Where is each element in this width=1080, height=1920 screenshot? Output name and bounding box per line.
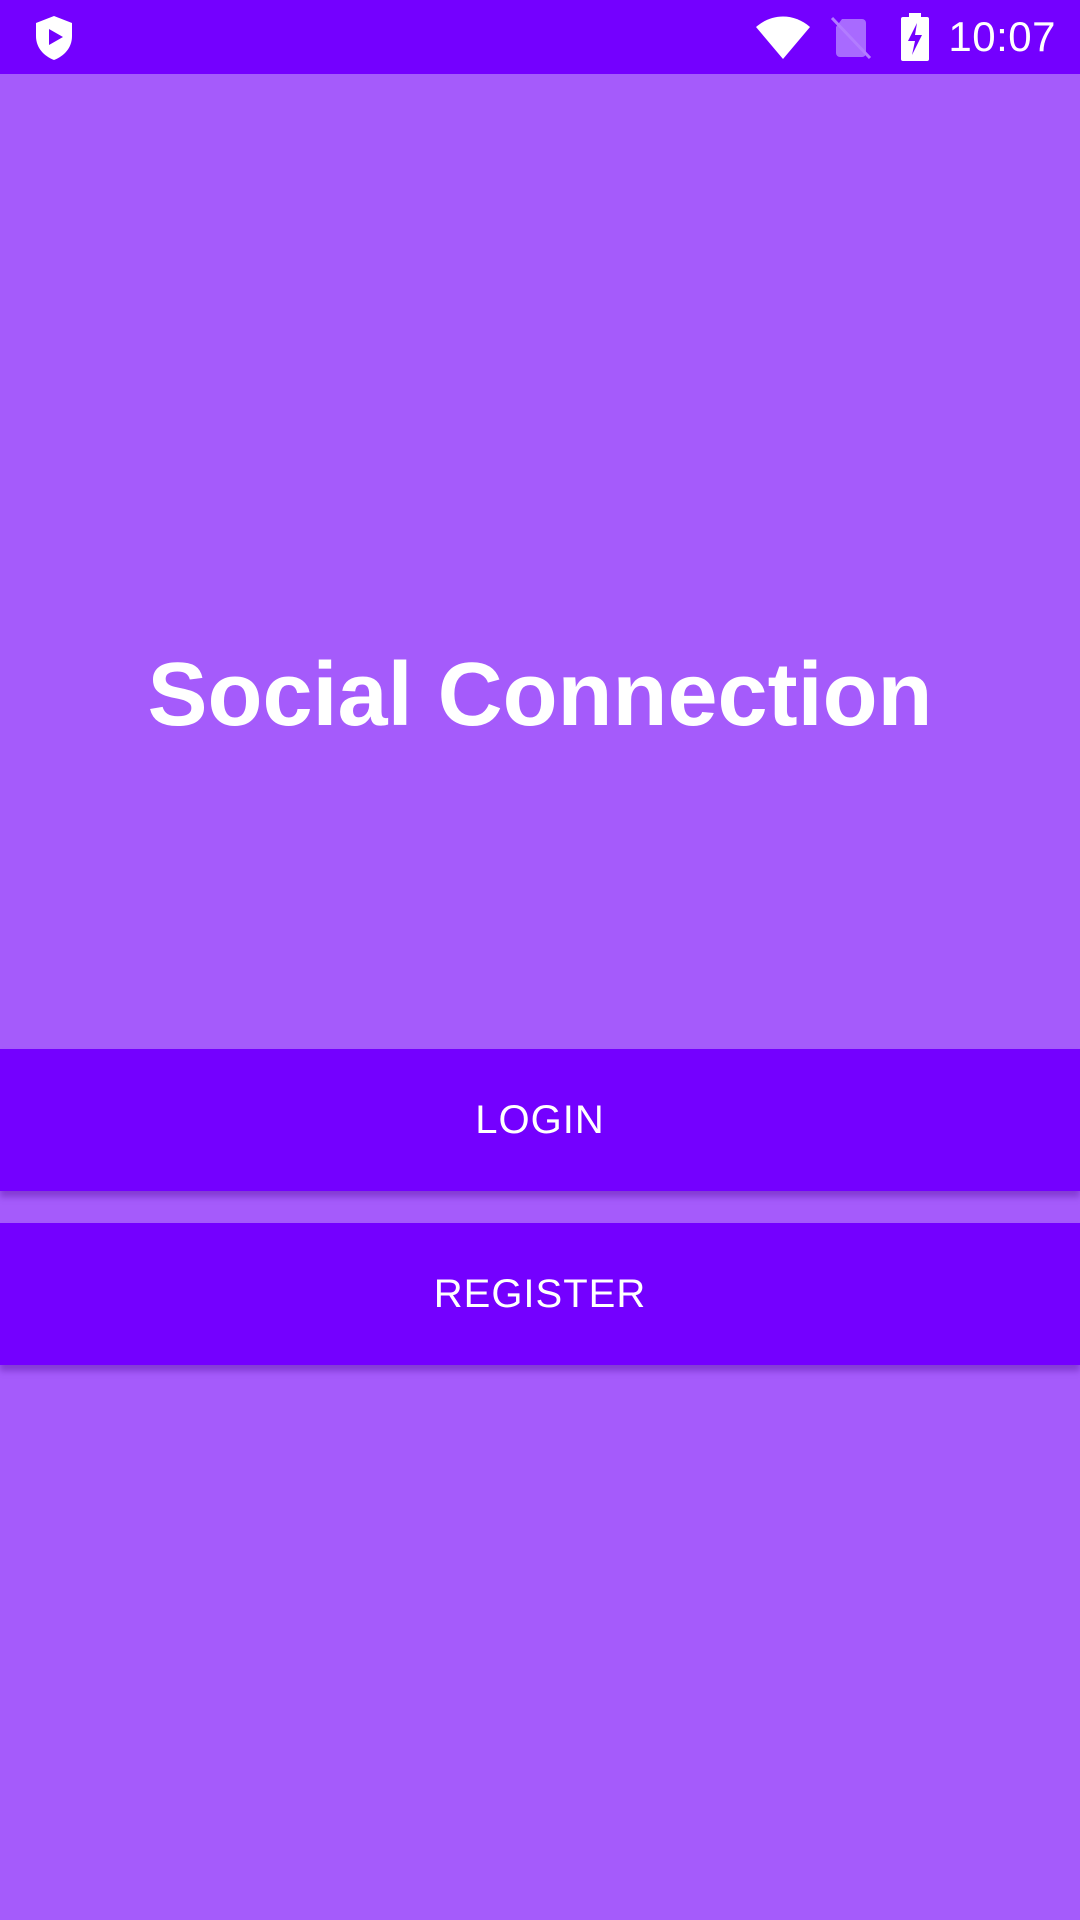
status-clock: 10:07 <box>948 13 1056 60</box>
status-bar: 10:07 <box>0 0 1080 74</box>
login-button[interactable]: LOGIN <box>0 1049 1080 1191</box>
no-sim-icon <box>830 15 872 60</box>
battery-charging-icon <box>900 13 930 61</box>
status-icons: 10:07 <box>754 0 1056 74</box>
register-button[interactable]: REGISTER <box>0 1223 1080 1365</box>
shield-play-icon <box>32 14 76 62</box>
app-title: Social Connection <box>147 645 933 745</box>
wifi-icon <box>754 15 812 59</box>
